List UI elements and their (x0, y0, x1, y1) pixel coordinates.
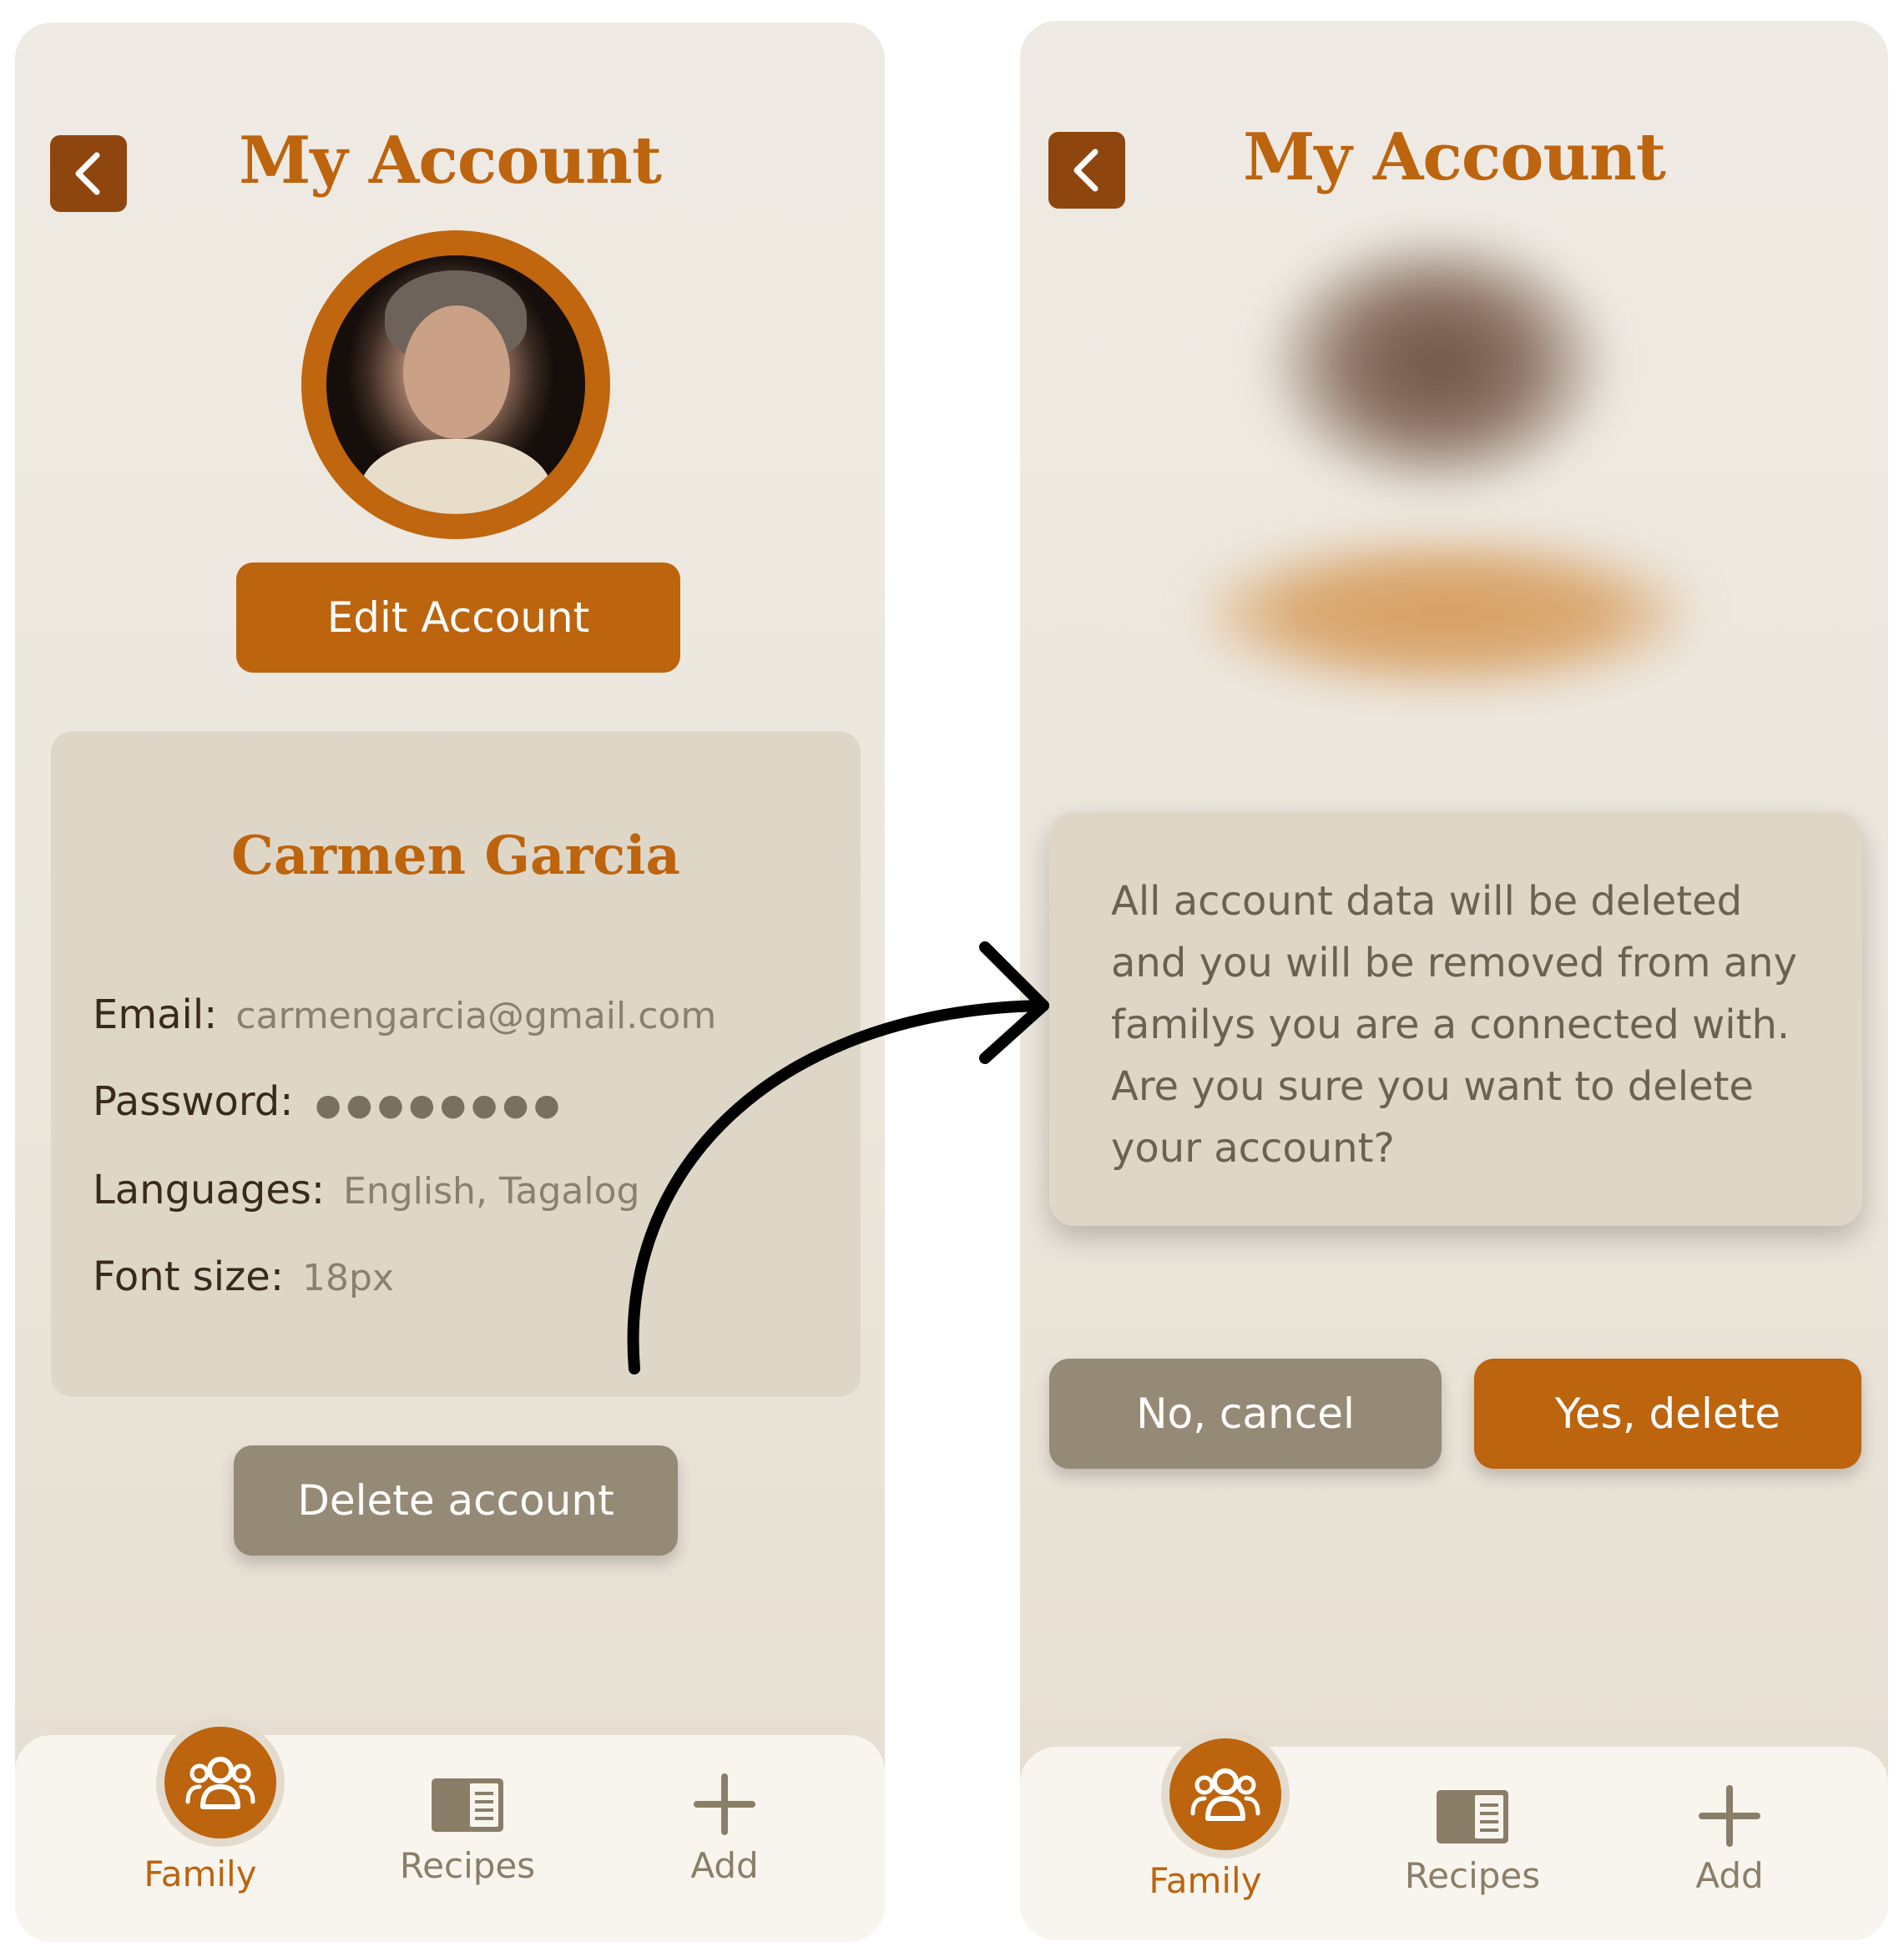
email-label: Email: (93, 991, 218, 1038)
delete-confirmation-screen: My Account All account data will be dele… (1020, 21, 1888, 1940)
tab-add[interactable]: Add (599, 1735, 850, 1942)
blurred-avatar (1262, 229, 1613, 497)
tab-add-label: Add (690, 1845, 759, 1886)
edit-account-button[interactable]: Edit Account (236, 562, 680, 673)
tab-bar: Family Recipes Add (1020, 1738, 1888, 1940)
tab-family-label: Family (144, 1854, 257, 1894)
tab-family[interactable]: Family (1080, 1738, 1331, 1940)
font-size-label: Font size: (93, 1253, 285, 1300)
page-title: My Account (239, 123, 662, 199)
plus-icon (694, 1773, 755, 1835)
tab-family[interactable]: Family (75, 1727, 326, 1942)
tab-family-label: Family (1149, 1860, 1262, 1901)
account-name: Carmen Garcia (231, 825, 680, 887)
font-size-value: 18px (302, 1257, 394, 1299)
password-value: ●●●●●●●● (315, 1088, 565, 1122)
recipes-book-icon (432, 1778, 503, 1832)
tab-family-active-indicator (164, 1727, 276, 1838)
family-icon (185, 1757, 255, 1809)
cancel-button[interactable]: No, cancel (1049, 1359, 1442, 1469)
family-icon (1190, 1768, 1260, 1821)
plus-icon (1699, 1785, 1760, 1847)
languages-label: Languages: (93, 1167, 326, 1213)
tab-add-label: Add (1695, 1855, 1764, 1896)
delete-account-button[interactable]: Delete account (234, 1445, 678, 1556)
profile-photo (326, 255, 585, 514)
font-size-row: Font size: 18px (93, 1253, 394, 1300)
tab-bar: Family Recipes Add (15, 1727, 885, 1942)
recipes-book-icon (1437, 1790, 1508, 1844)
page-title: My Account (1243, 119, 1666, 195)
tab-recipes-label: Recipes (399, 1845, 536, 1886)
tab-recipes-label: Recipes (1404, 1855, 1541, 1896)
confirm-dialog: All account data will be deleted and you… (1049, 812, 1862, 1226)
password-row: Password: ●●●●●●●● (93, 1078, 565, 1125)
flow-arrow-icon (627, 941, 1049, 1374)
tab-recipes[interactable]: Recipes (1347, 1747, 1598, 1940)
languages-row: Languages: English, Tagalog (93, 1167, 639, 1213)
confirm-delete-button[interactable]: Yes, delete (1474, 1359, 1861, 1469)
tab-recipes[interactable]: Recipes (342, 1735, 593, 1942)
blurred-edit-button (1204, 538, 1688, 688)
dialog-message: All account data will be deleted and you… (1111, 878, 1797, 1172)
avatar (301, 230, 610, 539)
password-label: Password: (93, 1078, 294, 1125)
tab-add[interactable]: Add (1604, 1747, 1855, 1940)
tab-family-active-indicator (1169, 1738, 1281, 1850)
